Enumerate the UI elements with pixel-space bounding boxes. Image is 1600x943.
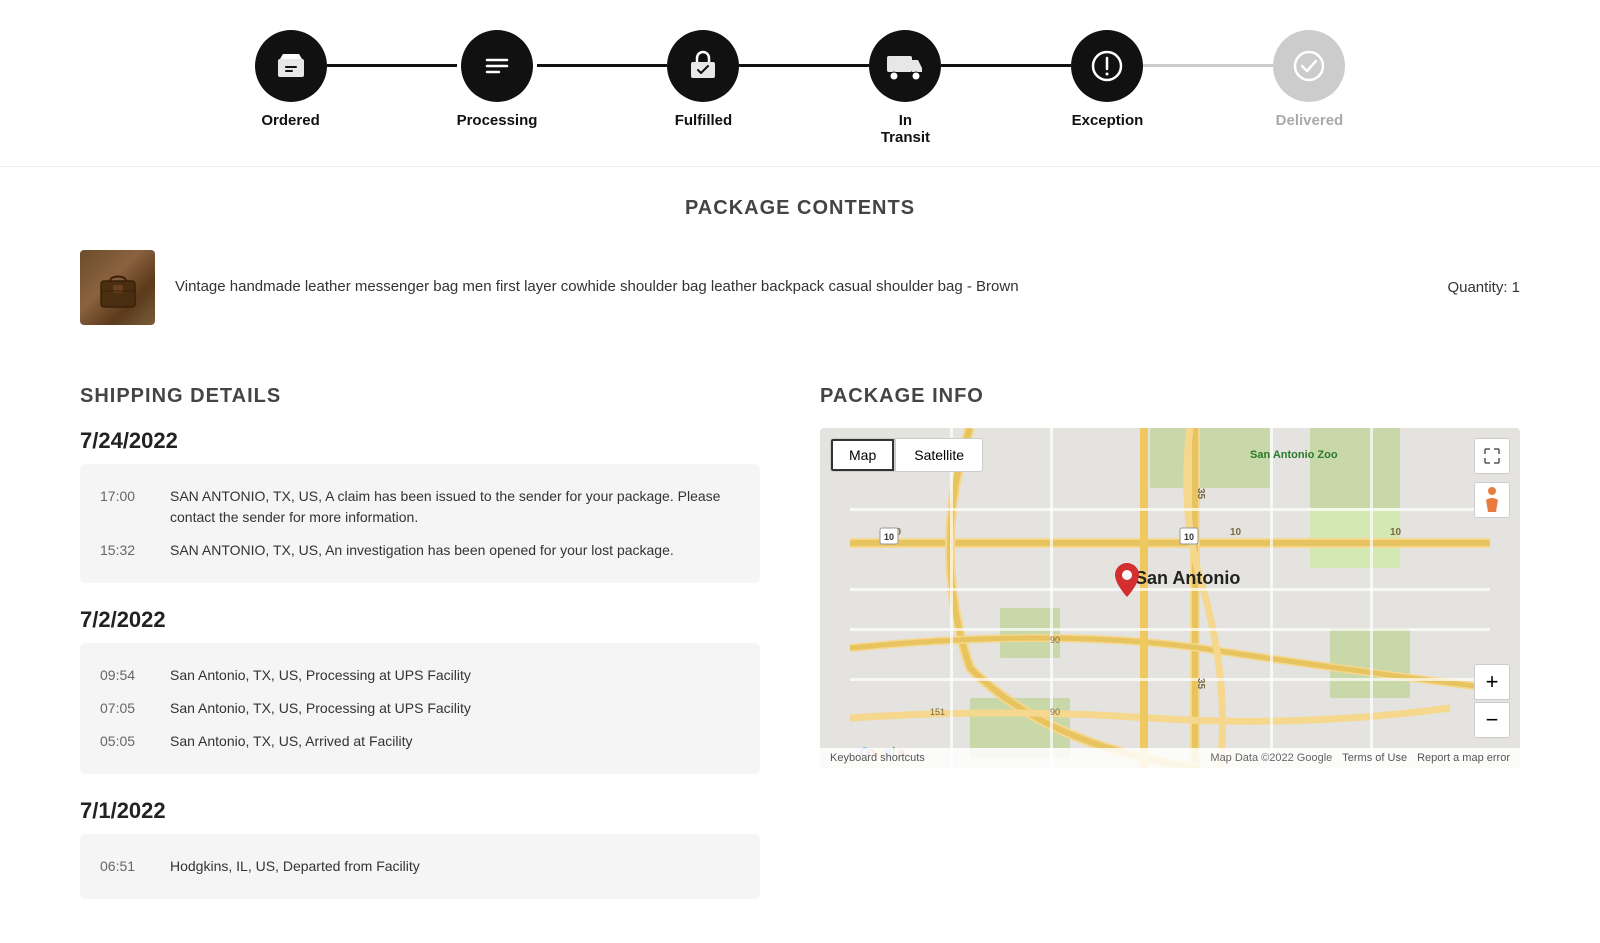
svg-text:90: 90 [1050, 635, 1060, 645]
date-header: 7/24/2022 [80, 428, 760, 454]
svg-text:10: 10 [1390, 527, 1402, 538]
streetview-button[interactable] [1474, 482, 1510, 518]
processing-label: Processing [457, 112, 538, 129]
event-time: 06:51 [100, 856, 150, 877]
event-time: 07:05 [100, 698, 150, 719]
event-row: 07:05 San Antonio, TX, US, Processing at … [100, 692, 740, 725]
date-groups-container: 7/24/2022 17:00 SAN ANTONIO, TX, US, A cla… [80, 428, 760, 899]
ordered-label: Ordered [261, 112, 319, 129]
delivered-icon [1273, 30, 1345, 102]
satellite-tab-button[interactable]: Satellite [895, 438, 983, 472]
map-container: 10 10 10 35 35 90 151 90 10 10 San Anton… [820, 428, 1520, 768]
package-description: Vintage handmade leather messenger bag m… [175, 276, 1427, 299]
svg-text:San Antonio Zoo: San Antonio Zoo [1250, 449, 1338, 461]
event-time: 17:00 [100, 486, 150, 528]
events-box: 06:51 Hodgkins, IL, US, Departed from Fac… [80, 834, 760, 899]
event-row: 15:32 SAN ANTONIO, TX, US, An investigati… [100, 534, 740, 567]
package-info-section: PACKAGE INFO [820, 385, 1520, 923]
shipping-details-section: SHIPPING DETAILS 7/24/2022 17:00 SAN ANTON… [80, 385, 760, 923]
date-group: 7/1/2022 06:51 Hodgkins, IL, US, Departed … [80, 798, 760, 899]
svg-text:35: 35 [1195, 488, 1206, 500]
svg-text:10: 10 [884, 532, 894, 542]
events-box: 09:54 San Antonio, TX, US, Processing at … [80, 643, 760, 774]
events-box: 17:00 SAN ANTONIO, TX, US, A claim has be… [80, 464, 760, 583]
report-map-error-link[interactable]: Report a map error [1417, 752, 1510, 764]
keyboard-shortcuts-link[interactable]: Keyboard shortcuts [830, 752, 925, 764]
fulfilled-label: Fulfilled [675, 112, 733, 129]
progress-step-in-transit: In Transit [869, 30, 941, 146]
package-contents-section: PACKAGE CONTENTS Vintage handmade leathe… [0, 166, 1600, 365]
fulfilled-icon [667, 30, 739, 102]
map-location-pin [1115, 563, 1139, 602]
main-content: SHIPPING DETAILS 7/24/2022 17:00 SAN ANTON… [0, 365, 1600, 943]
progress-step-exception: Exception [1071, 30, 1143, 129]
map-footer: Keyboard shortcuts Map Data ©2022 Google… [820, 748, 1520, 768]
event-description: SAN ANTONIO, TX, US, An investigation ha… [170, 540, 740, 561]
map-data-label: Map Data ©2022 Google [1210, 752, 1332, 764]
map-controls: Map Satellite [830, 438, 983, 472]
progress-step-delivered: Delivered [1273, 30, 1345, 129]
map-expand-button[interactable] [1474, 438, 1510, 474]
date-group: 7/2/2022 09:54 San Antonio, TX, US, Proces… [80, 607, 760, 774]
date-header: 7/2/2022 [80, 607, 760, 633]
event-time: 15:32 [100, 540, 150, 561]
event-row: 17:00 SAN ANTONIO, TX, US, A claim has be… [100, 480, 740, 534]
map-tab-button[interactable]: Map [830, 438, 895, 472]
terms-of-use-link[interactable]: Terms of Use [1342, 752, 1407, 764]
step-connector-2 [537, 64, 667, 67]
map-city-label: San Antonio [1135, 568, 1240, 589]
svg-text:10: 10 [1184, 532, 1194, 542]
event-description: Hodgkins, IL, US, Departed from Facility [170, 856, 740, 877]
progress-step-fulfilled: Fulfilled [667, 30, 739, 129]
step-connector-3 [739, 64, 869, 67]
event-description: San Antonio, TX, US, Arrived at Facility [170, 731, 740, 752]
delivered-label: Delivered [1276, 112, 1344, 129]
date-header: 7/1/2022 [80, 798, 760, 824]
svg-text:151: 151 [930, 707, 945, 717]
package-quantity: Quantity: 1 [1447, 279, 1520, 296]
in-transit-icon [869, 30, 941, 102]
event-time: 05:05 [100, 731, 150, 752]
svg-text:35: 35 [1195, 678, 1206, 690]
package-thumbnail [80, 250, 155, 325]
ordered-icon [255, 30, 327, 102]
map-zoom-out-button[interactable]: − [1474, 702, 1510, 738]
event-row: 06:51 Hodgkins, IL, US, Departed from Fac… [100, 850, 740, 883]
in-transit-label: In Transit [881, 112, 930, 146]
progress-tracker: Ordered Processing Fulfilled In Transit Exce… [0, 0, 1600, 166]
progress-step-processing: Processing [457, 30, 538, 129]
svg-text:90: 90 [1050, 707, 1060, 717]
map-zoom-in-button[interactable]: + [1474, 664, 1510, 700]
shipping-details-title: SHIPPING DETAILS [80, 385, 760, 408]
event-description: SAN ANTONIO, TX, US, A claim has been is… [170, 486, 740, 528]
step-connector-5 [1143, 64, 1273, 67]
exception-label: Exception [1072, 112, 1144, 129]
package-item: Vintage handmade leather messenger bag m… [80, 240, 1520, 335]
exception-icon [1071, 30, 1143, 102]
step-connector-4 [941, 64, 1071, 67]
event-description: San Antonio, TX, US, Processing at UPS F… [170, 698, 740, 719]
processing-icon [461, 30, 533, 102]
event-description: San Antonio, TX, US, Processing at UPS F… [170, 665, 740, 686]
package-info-title: PACKAGE INFO [820, 385, 1520, 408]
svg-text:10: 10 [1230, 527, 1242, 538]
step-connector-1 [327, 64, 457, 67]
package-contents-title: PACKAGE CONTENTS [80, 197, 1520, 220]
event-row: 05:05 San Antonio, TX, US, Arrived at Fac… [100, 725, 740, 758]
progress-step-ordered: Ordered [255, 30, 327, 129]
event-row: 09:54 San Antonio, TX, US, Processing at … [100, 659, 740, 692]
date-group: 7/24/2022 17:00 SAN ANTONIO, TX, US, A cla… [80, 428, 760, 583]
event-time: 09:54 [100, 665, 150, 686]
